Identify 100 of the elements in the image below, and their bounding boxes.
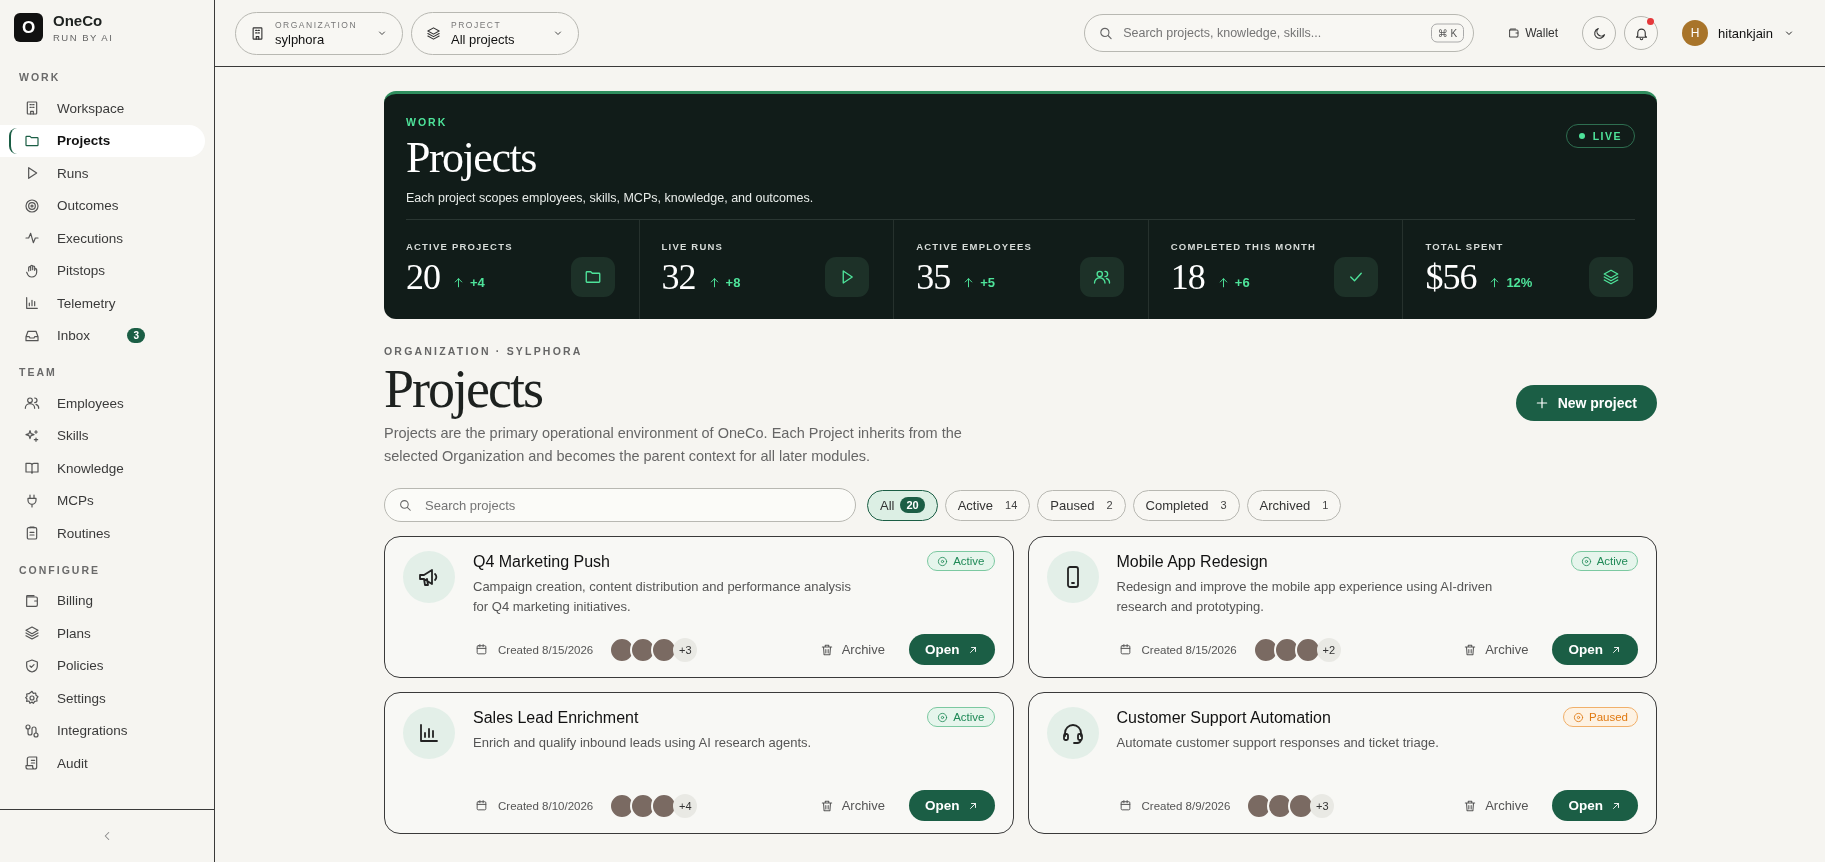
sidebar-item[interactable]: MCPs: [0, 484, 205, 517]
open-button[interactable]: Open: [1552, 634, 1638, 666]
wallet-button[interactable]: Wallet: [1502, 25, 1565, 41]
sidebar-item[interactable]: Runs: [0, 157, 205, 190]
sidebar-item[interactable]: Workspace: [0, 92, 205, 125]
sidebar-item[interactable]: Routines: [0, 517, 205, 550]
project-title: Mobile App Redesign: [1116, 553, 1269, 572]
nav-icon: [24, 262, 40, 279]
filter-chip[interactable]: Archived 1: [1246, 489, 1342, 521]
stat-label: ACTIVE EMPLOYEES: [916, 241, 1032, 252]
sidebar-item[interactable]: Telemetry: [0, 287, 205, 320]
project-title: Q4 Marketing Push: [473, 553, 611, 572]
wallet-icon: [1508, 27, 1521, 39]
notifications-button[interactable]: [1624, 16, 1659, 50]
created-date: Created 8/15/2026: [498, 643, 594, 656]
status-badge: Paused: [1563, 707, 1638, 728]
new-project-button[interactable]: New project: [1515, 384, 1657, 421]
open-button[interactable]: Open: [909, 634, 995, 666]
sidebar-item[interactable]: Knowledge: [0, 452, 205, 485]
project-title: Customer Support Automation: [1116, 709, 1332, 728]
filter-count: 3: [1220, 499, 1227, 512]
sidebar-item[interactable]: Policies: [0, 649, 205, 682]
more-members-count: +4: [673, 793, 698, 818]
sidebar-item[interactable]: Skills: [0, 419, 205, 452]
sidebar-item[interactable]: Audit: [0, 747, 205, 780]
nav-icon: [24, 492, 40, 509]
sidebar-item[interactable]: Billing: [0, 584, 205, 617]
project-description: Enrich and qualify inbound leads using AI research agents.: [473, 734, 813, 753]
section-heading: TEAM: [18, 365, 58, 380]
eyebrow: WORK: [406, 116, 449, 128]
archive-button[interactable]: Archive: [1457, 641, 1535, 659]
sidebar-item[interactable]: Projects: [0, 124, 205, 157]
nav-icon: [24, 755, 40, 772]
stat-value: 20: [406, 256, 440, 298]
nav-icon: [24, 625, 40, 642]
nav-icon: [24, 657, 40, 674]
section-heading: WORK: [18, 70, 62, 85]
nav-icon: [24, 100, 40, 117]
status-icon: [1573, 711, 1584, 723]
theme-toggle[interactable]: [1582, 16, 1617, 50]
filter-chip[interactable]: Completed 3: [1132, 489, 1240, 521]
search-icon: [398, 498, 412, 513]
status-badge: Active: [927, 707, 995, 728]
archive-button[interactable]: Archive: [813, 797, 891, 815]
sidebar-item[interactable]: Outcomes: [0, 189, 205, 222]
project-picker[interactable]: PROJECT All projects: [411, 11, 579, 55]
nav-icon: [24, 525, 40, 542]
sidebar-item[interactable]: Integrations: [0, 714, 205, 747]
sidebar-item[interactable]: Settings: [0, 682, 205, 715]
nav-icon: [24, 690, 40, 707]
building-icon: [250, 25, 265, 41]
nav-icon: [24, 722, 40, 739]
hero-subtitle: Each project scopes employees, skills, MCPs, knowledge, and outcomes.: [406, 191, 814, 205]
filter-count: 20: [900, 497, 925, 514]
archive-button[interactable]: Archive: [813, 641, 891, 659]
sidebar-item[interactable]: Plans: [0, 617, 205, 650]
project-search-field[interactable]: Search projects: [384, 488, 856, 523]
sidebar-item[interactable]: Pitstops: [0, 254, 205, 287]
open-button[interactable]: Open: [909, 790, 995, 822]
bell-icon: [1633, 25, 1649, 41]
more-members-count: +3: [1310, 793, 1335, 818]
sidebar-item[interactable]: Inbox 3: [0, 319, 205, 352]
calendar-icon: [1118, 799, 1132, 813]
status-icon: [937, 555, 949, 567]
archive-button[interactable]: Archive: [1457, 797, 1535, 815]
stat-value: 35: [916, 256, 951, 298]
filter-chip[interactable]: Active 14: [944, 489, 1031, 521]
user-menu[interactable]: H hitankjain: [1676, 19, 1801, 47]
count-badge: 3: [127, 328, 145, 344]
layers-icon: [426, 25, 441, 41]
filter-chip[interactable]: Paused 2: [1037, 489, 1126, 521]
stat-value: 18: [1170, 256, 1205, 298]
status-icon: [1580, 555, 1592, 567]
brand-tagline: RUN BY AI: [53, 32, 114, 43]
project-description: Redesign and improve the mobile app experience using AI-driven research and prototyping.: [1116, 578, 1494, 616]
arrow-up-icon: [452, 276, 465, 289]
avatar: [1294, 636, 1321, 663]
search-icon: [1098, 25, 1114, 41]
created-date: Created 8/10/2026: [498, 799, 594, 812]
filter-chip[interactable]: All 20: [867, 489, 938, 521]
filter-count: 2: [1106, 499, 1113, 512]
stat-delta: +5: [962, 275, 995, 290]
hero-title: Projects: [406, 132, 537, 183]
status-badge: Active: [1570, 551, 1638, 572]
logo: O: [14, 13, 43, 42]
sidebar-item[interactable]: Executions: [0, 222, 205, 255]
organization-picker[interactable]: ORGANIZATION sylphora: [235, 11, 403, 55]
filter-count: 1: [1322, 499, 1329, 512]
brand-name: OneCo: [53, 12, 104, 29]
trash-icon: [819, 798, 834, 813]
project-description: Automate customer support responses and ticket triage.: [1116, 734, 1440, 753]
stat-label: COMPLETED THIS MONTH: [1170, 241, 1317, 252]
status-icon: [937, 711, 949, 723]
stat-delta: +6: [1216, 275, 1250, 290]
calendar-icon: [475, 643, 488, 657]
calendar-icon: [1118, 643, 1132, 657]
stat-delta: 12%: [1488, 275, 1533, 290]
page-title: Projects: [384, 361, 543, 418]
sidebar-item[interactable]: Employees: [0, 387, 205, 420]
open-button[interactable]: Open: [1552, 790, 1638, 822]
